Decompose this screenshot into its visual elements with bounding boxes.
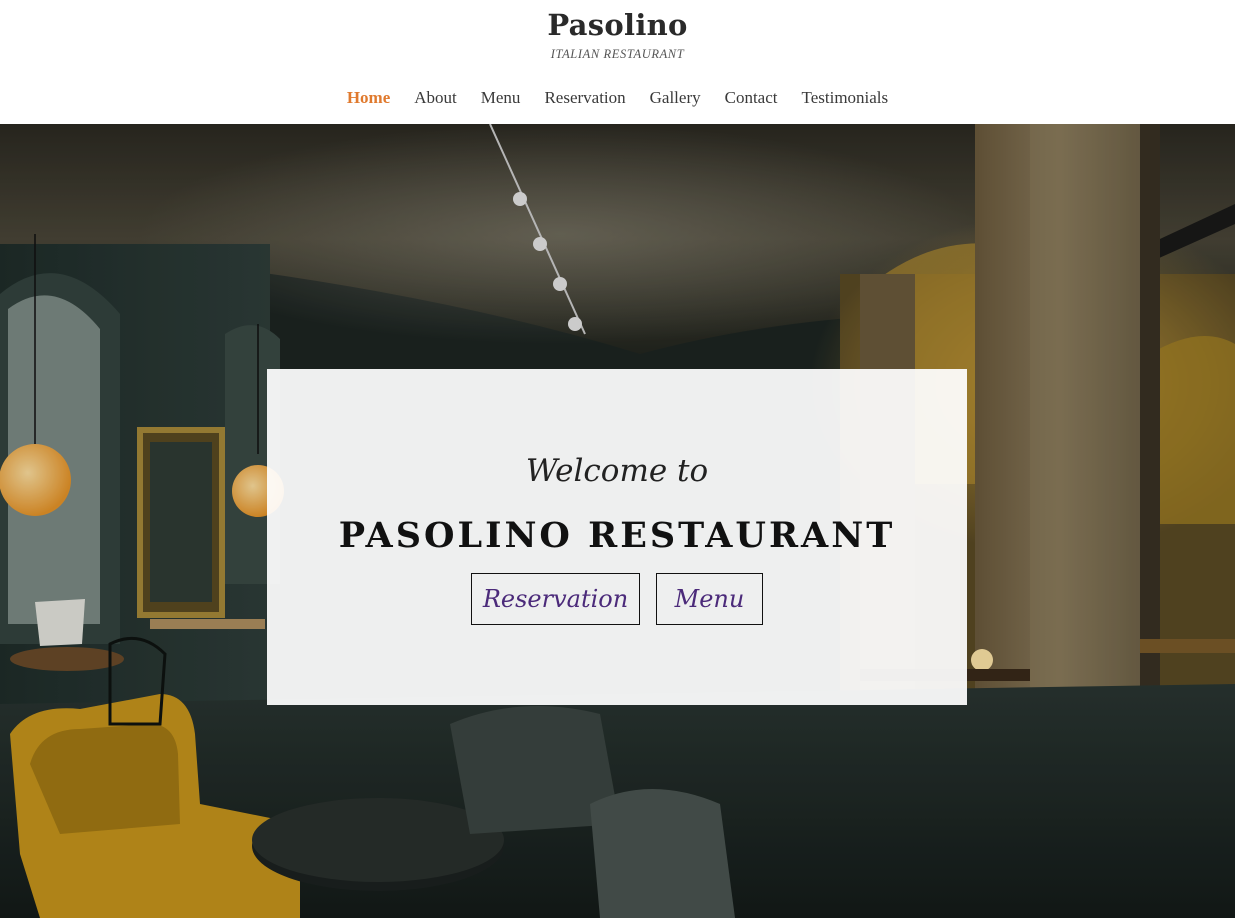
brand-tagline: ITALIAN RESTAURANT xyxy=(550,47,685,61)
hero-section: Welcome to PASOLINO RESTAURANT Reservati… xyxy=(0,124,1235,918)
nav-link-about[interactable]: About xyxy=(414,86,457,110)
hero-title: PASOLINO RESTAURANT xyxy=(338,515,896,556)
welcome-script: Welcome to xyxy=(525,453,709,489)
menu-button[interactable]: Menu xyxy=(656,573,763,625)
nav-link-testimonials[interactable]: Testimonials xyxy=(802,86,889,110)
nav-link-reservation[interactable]: Reservation xyxy=(544,86,625,110)
nav-link-gallery[interactable]: Gallery xyxy=(650,86,701,110)
nav-link-menu[interactable]: Menu xyxy=(481,86,521,110)
nav-link-contact[interactable]: Contact xyxy=(725,86,778,110)
main-nav: Home About Menu Reservation Gallery Cont… xyxy=(0,86,1235,110)
nav-link-home[interactable]: Home xyxy=(347,86,390,110)
reservation-button[interactable]: Reservation xyxy=(471,573,640,625)
welcome-box: Welcome to PASOLINO RESTAURANT Reservati… xyxy=(267,369,967,705)
site-header: Pasolino ITALIAN RESTAURANT Home About M… xyxy=(0,0,1235,124)
brand-name[interactable]: Pasolino xyxy=(0,8,1235,42)
